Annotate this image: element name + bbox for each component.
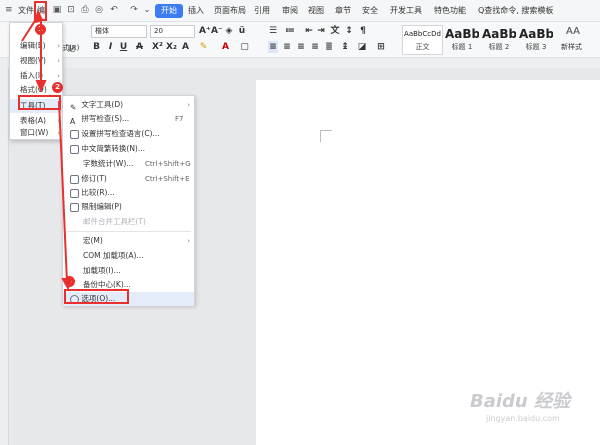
watermark-url: jingyan.baidu.com xyxy=(486,414,560,423)
annotation-arrows xyxy=(21,9,73,291)
watermark: Baidu 经验 xyxy=(470,391,571,412)
